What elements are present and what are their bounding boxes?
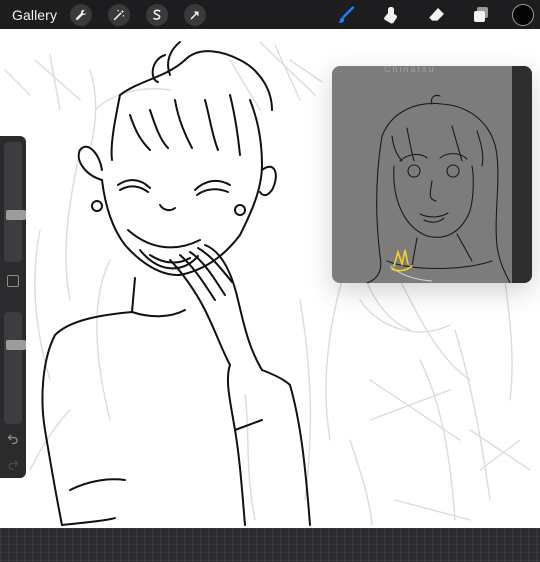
- reference-image: [366, 94, 511, 283]
- smudge-tool-button[interactable]: [377, 1, 405, 29]
- tool-group: [332, 0, 540, 29]
- layers-button[interactable]: [467, 1, 495, 29]
- side-toolbar: [0, 136, 26, 478]
- selection-icon: [153, 9, 161, 20]
- transform-arrow-icon: [190, 11, 199, 19]
- brush-size-thumb[interactable]: [6, 210, 26, 221]
- color-picker-button[interactable]: [512, 3, 534, 26]
- wrench-icon: [75, 9, 87, 20]
- eraser-icon: [428, 7, 444, 21]
- undo-icon: [7, 434, 18, 445]
- bottom-bar: [0, 528, 540, 562]
- transform-button[interactable]: [184, 3, 207, 26]
- selection-button[interactable]: [146, 3, 169, 26]
- opacity-thumb[interactable]: [6, 339, 26, 350]
- layers-icon: [474, 6, 488, 22]
- eraser-tool-button[interactable]: [422, 1, 450, 29]
- magic-wand-icon: [113, 9, 125, 20]
- top-toolbar: Gallery: [0, 0, 540, 29]
- smudge-icon: [384, 6, 397, 23]
- drawing-canvas[interactable]: Chinatsu: [0, 29, 540, 528]
- redo-icon: [8, 460, 19, 471]
- modify-button[interactable]: [7, 275, 19, 287]
- brush-tool-button[interactable]: [332, 1, 360, 29]
- reference-scroll-strip: [512, 66, 532, 283]
- redo-button[interactable]: [6, 458, 20, 472]
- brush-icon: [338, 5, 355, 23]
- opacity-slider[interactable]: [4, 312, 26, 424]
- undo-button[interactable]: [6, 432, 20, 446]
- reference-window[interactable]: Chinatsu: [332, 66, 532, 283]
- gallery-button[interactable]: Gallery: [12, 7, 57, 23]
- adjustments-button[interactable]: [108, 3, 131, 26]
- actions-button[interactable]: [70, 3, 93, 26]
- brush-size-slider[interactable]: [4, 142, 26, 262]
